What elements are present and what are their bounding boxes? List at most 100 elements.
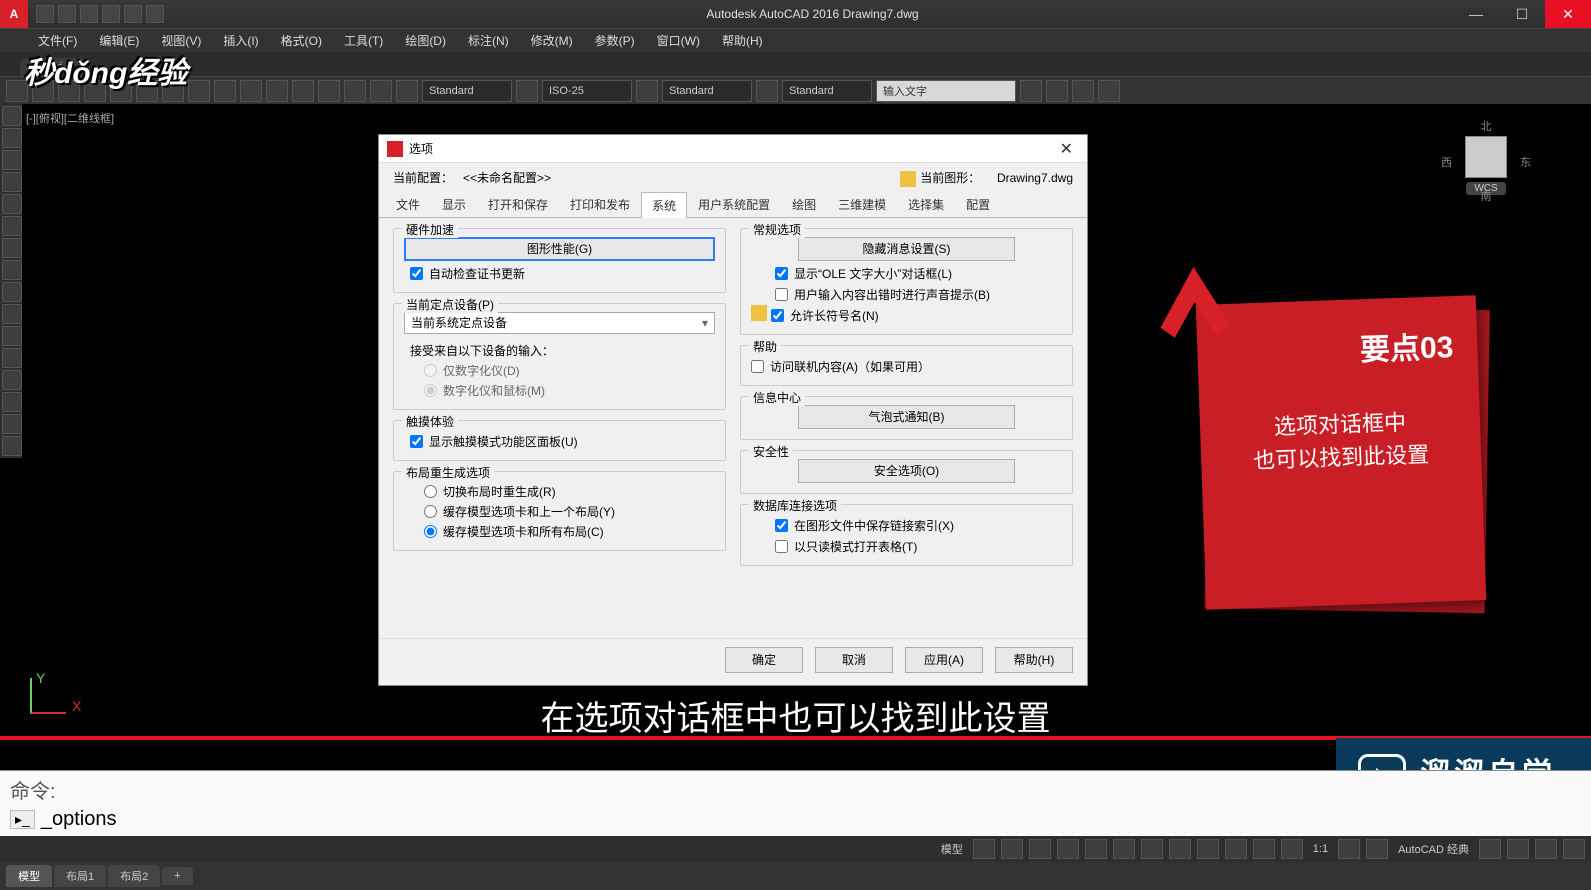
dialog-titlebar[interactable]: 选项 ✕ <box>379 135 1087 163</box>
help-button[interactable]: 帮助(H) <box>995 647 1073 673</box>
beep-error-checkbox[interactable] <box>775 288 788 301</box>
qat-save-icon[interactable] <box>80 5 98 23</box>
menu-insert[interactable]: 插入(I) <box>213 30 268 51</box>
layout2-tab[interactable]: 布局2 <box>108 865 160 887</box>
style-combo[interactable]: Standard <box>782 80 872 102</box>
draw-tool-icon[interactable] <box>2 194 22 214</box>
long-symbol-checkbox[interactable] <box>771 309 784 322</box>
qat-print-icon[interactable] <box>146 5 164 23</box>
status-icon[interactable] <box>1029 839 1051 859</box>
security-options-button[interactable]: 安全选项(O) <box>798 459 1016 483</box>
status-icon[interactable] <box>1001 839 1023 859</box>
status-icon[interactable] <box>1057 839 1079 859</box>
tool-icon[interactable] <box>292 80 314 102</box>
status-icon[interactable] <box>1281 839 1303 859</box>
online-help-checkbox[interactable] <box>751 360 764 373</box>
view-cube[interactable]: 北 西 东 南 WCS <box>1441 114 1531 224</box>
tool-icon[interactable] <box>636 80 658 102</box>
status-icon[interactable] <box>1535 839 1557 859</box>
tab-userpref[interactable]: 用户系统配置 <box>687 191 781 217</box>
menu-help[interactable]: 帮助(H) <box>712 30 773 51</box>
minimize-button[interactable]: — <box>1453 0 1499 28</box>
balloon-notify-button[interactable]: 气泡式通知(B) <box>798 405 1016 429</box>
menu-window[interactable]: 窗口(W) <box>647 30 710 51</box>
tool-icon[interactable] <box>344 80 366 102</box>
status-scale[interactable]: 1:1 <box>1309 843 1332 855</box>
cube-west[interactable]: 西 <box>1441 154 1452 170</box>
tab-system[interactable]: 系统 <box>641 192 687 218</box>
text-input[interactable]: 输入文字 <box>876 80 1016 102</box>
cancel-button[interactable]: 取消 <box>815 647 893 673</box>
status-icon[interactable] <box>1366 839 1388 859</box>
app-logo[interactable]: A <box>0 0 28 28</box>
menu-tools[interactable]: 工具(T) <box>334 30 393 51</box>
draw-tool-icon[interactable] <box>2 436 22 456</box>
draw-tool-icon[interactable] <box>2 326 22 346</box>
apply-button[interactable]: 应用(A) <box>905 647 983 673</box>
tab-selection[interactable]: 选择集 <box>897 191 955 217</box>
maximize-button[interactable]: ☐ <box>1499 0 1545 28</box>
status-icon[interactable] <box>1338 839 1360 859</box>
tool-icon[interactable] <box>188 80 210 102</box>
dialog-close-button[interactable]: ✕ <box>1054 139 1079 159</box>
draw-tool-icon[interactable] <box>2 392 22 412</box>
draw-tool-icon[interactable] <box>2 304 22 324</box>
tool-icon[interactable] <box>1098 80 1120 102</box>
style-combo[interactable]: Standard <box>662 80 752 102</box>
readonly-tables-checkbox[interactable] <box>775 540 788 553</box>
tool-icon[interactable] <box>516 80 538 102</box>
status-icon[interactable] <box>1141 839 1163 859</box>
draw-tool-icon[interactable] <box>2 282 22 302</box>
cube-north[interactable]: 北 <box>1441 118 1531 134</box>
status-icon[interactable] <box>1197 839 1219 859</box>
status-icon[interactable] <box>1253 839 1275 859</box>
textstyle-combo[interactable]: Standard <box>422 80 512 102</box>
menu-dimension[interactable]: 标注(N) <box>458 30 519 51</box>
draw-tool-icon[interactable] <box>2 260 22 280</box>
qat-open-icon[interactable] <box>58 5 76 23</box>
store-link-index-checkbox[interactable] <box>775 519 788 532</box>
graphics-performance-button[interactable]: 图形性能(G) <box>404 237 715 261</box>
model-tab[interactable]: 模型 <box>6 865 52 887</box>
draw-tool-icon[interactable] <box>2 414 22 434</box>
ok-button[interactable]: 确定 <box>725 647 803 673</box>
tab-drafting[interactable]: 绘图 <box>781 191 827 217</box>
cube-south[interactable]: 南 <box>1441 188 1531 204</box>
cache-model-all-radio[interactable] <box>424 525 437 538</box>
status-icon[interactable] <box>1085 839 1107 859</box>
close-button[interactable]: ✕ <box>1545 0 1591 28</box>
touch-ribbon-checkbox[interactable] <box>410 435 423 448</box>
viewport-label[interactable]: [-][俯视][二维线框] <box>26 110 114 126</box>
menu-draw[interactable]: 绘图(D) <box>395 30 456 51</box>
tool-icon[interactable] <box>266 80 288 102</box>
tool-icon[interactable] <box>240 80 262 102</box>
cube-east[interactable]: 东 <box>1520 154 1531 170</box>
draw-tool-icon[interactable] <box>2 370 22 390</box>
cache-model-last-radio[interactable] <box>424 505 437 518</box>
tool-icon[interactable] <box>396 80 418 102</box>
tab-3dmodel[interactable]: 三维建模 <box>827 191 897 217</box>
draw-tool-icon[interactable] <box>2 216 22 236</box>
status-icon[interactable] <box>973 839 995 859</box>
autocheck-cert-checkbox[interactable] <box>410 267 423 280</box>
menu-format[interactable]: 格式(O) <box>271 30 332 51</box>
draw-tool-icon[interactable] <box>2 106 22 126</box>
tool-icon[interactable] <box>1072 80 1094 102</box>
status-icon[interactable] <box>1563 839 1585 859</box>
hidden-message-button[interactable]: 隐藏消息设置(S) <box>798 237 1016 261</box>
tab-files[interactable]: 文件 <box>385 191 431 217</box>
status-icon[interactable] <box>1507 839 1529 859</box>
status-workspace[interactable]: AutoCAD 经典 <box>1394 841 1473 857</box>
tool-icon[interactable] <box>756 80 778 102</box>
tab-display[interactable]: 显示 <box>431 191 477 217</box>
menu-modify[interactable]: 修改(M) <box>521 30 583 51</box>
layout1-tab[interactable]: 布局1 <box>54 865 106 887</box>
qat-new-icon[interactable] <box>36 5 54 23</box>
draw-tool-icon[interactable] <box>2 128 22 148</box>
status-icon[interactable] <box>1169 839 1191 859</box>
dimstyle-combo[interactable]: ISO-25 <box>542 80 632 102</box>
draw-tool-icon[interactable] <box>2 238 22 258</box>
draw-tool-icon[interactable] <box>2 172 22 192</box>
qat-undo-icon[interactable] <box>102 5 120 23</box>
pointing-device-select[interactable]: 当前系统定点设备 <box>404 312 715 334</box>
